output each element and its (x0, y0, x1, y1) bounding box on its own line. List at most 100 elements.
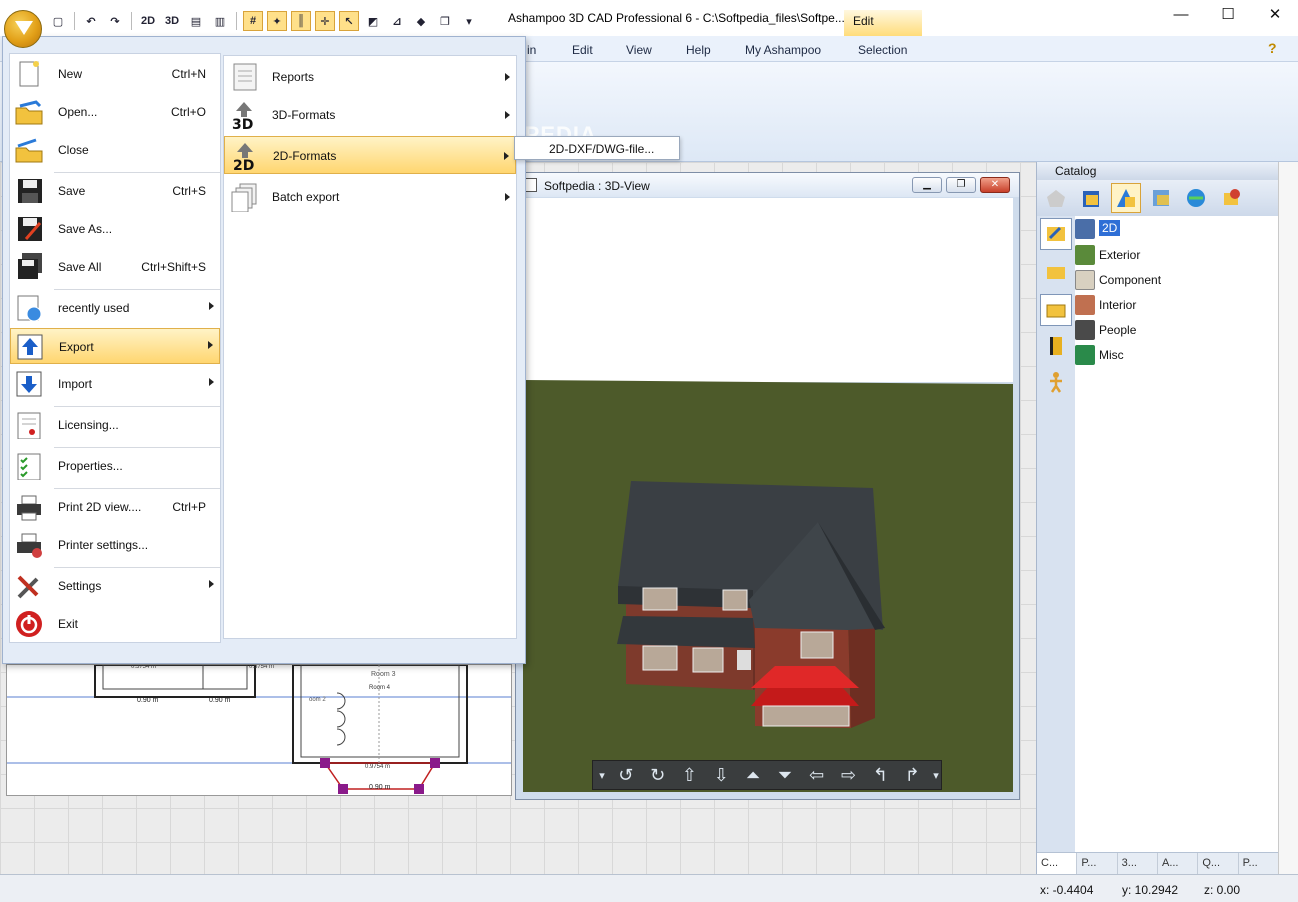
menu-item-exit[interactable]: Exit (10, 606, 220, 642)
view-2d-button[interactable]: 2D (138, 11, 158, 31)
catalog-person-icon[interactable] (1040, 366, 1072, 398)
nav-menu-icon[interactable]: ▾ (597, 763, 607, 787)
catalog-item-people[interactable]: People (1075, 319, 1275, 341)
eraser-icon[interactable]: ◆ (411, 11, 431, 31)
move-left-icon[interactable]: ⇦ (804, 763, 830, 787)
chevron-right-icon (209, 378, 214, 386)
redo-icon[interactable]: ↷ (105, 11, 125, 31)
tab-attributes[interactable]: A... (1158, 853, 1199, 874)
view-close-button[interactable]: ✕ (980, 177, 1010, 193)
people-figure-icon (1075, 320, 1095, 340)
view-minimize-button[interactable]: ▁ (912, 177, 942, 193)
menu-item-new[interactable]: New Ctrl+N (10, 56, 220, 92)
floor-plan-drawing (7, 665, 511, 794)
catalog-favorites-icon[interactable] (1216, 183, 1246, 213)
menu-item-close[interactable]: Close (10, 132, 220, 168)
rotate-left-icon[interactable]: ↺ (613, 763, 639, 787)
split-vertical-icon[interactable]: ▥ (210, 11, 230, 31)
help-icon[interactable]: ? (1268, 40, 1282, 56)
menu-item-import[interactable]: Import (10, 366, 220, 402)
dimension-icon[interactable]: ⊿ (387, 11, 407, 31)
copy-icon[interactable]: ❐ (435, 11, 455, 31)
catalog-folder-open-icon[interactable] (1040, 294, 1072, 326)
toolbar-separator (131, 12, 132, 30)
maximize-button[interactable]: ☐ (1205, 4, 1251, 28)
tab-quantities[interactable]: Q... (1198, 853, 1239, 874)
power-icon (16, 611, 42, 637)
2d-category-icon (1075, 219, 1095, 239)
rotate-right-icon[interactable]: ↻ (645, 763, 671, 787)
dimension-label: 0.5754 m (249, 664, 275, 670)
tab-3d[interactable]: 3... (1118, 853, 1158, 874)
view-3d-window[interactable]: Softpedia : 3D-View ▁ ❐ ✕ (515, 172, 1020, 800)
tilt-up-icon[interactable]: ⏶ (740, 763, 766, 787)
3d-scene[interactable] (523, 198, 1013, 792)
turn-right-icon[interactable]: ↱ (899, 763, 925, 787)
catalog-item-misc[interactable]: Misc (1075, 344, 1275, 366)
application-menu-button[interactable] (4, 10, 42, 48)
tab-help[interactable]: Help (686, 43, 711, 57)
grid-icon[interactable]: # (243, 11, 263, 31)
chevron-right-icon (505, 193, 510, 201)
tab-main[interactable]: in (527, 43, 536, 57)
tab-properties[interactable]: P... (1239, 853, 1279, 874)
menu-item-save-as[interactable]: Save As... (10, 211, 220, 247)
submenu-item-reports[interactable]: Reports (224, 58, 516, 96)
minimize-button[interactable]: — (1158, 4, 1204, 28)
close-button[interactable]: ✕ (1252, 4, 1298, 28)
catalog-home-icon[interactable] (1041, 183, 1071, 213)
catalog-item-exterior[interactable]: Exterior (1075, 244, 1275, 266)
tilt-down-icon[interactable]: ⏷ (772, 763, 798, 787)
tab-catalog[interactable]: C... (1037, 853, 1078, 874)
turn-left-icon[interactable]: ↰ (867, 763, 893, 787)
plan-2d-view[interactable]: Room 3 Room 4 oom 2 0.5754 m 0.5754 m 0.… (6, 664, 512, 796)
tab-my-ashampoo[interactable]: My Ashampoo (745, 43, 821, 57)
catalog-item-2d[interactable]: 2D (1075, 218, 1275, 240)
move-right-icon[interactable]: ⇨ (836, 763, 862, 787)
submenu-item-2d-formats[interactable]: 2D 2D-Formats (224, 136, 516, 174)
new-doc-icon[interactable]: ▢ (48, 11, 68, 31)
menu-item-printer-settings[interactable]: Printer settings... (10, 527, 220, 563)
move-up-icon[interactable]: ⇧ (677, 763, 703, 787)
select-cursor-icon[interactable]: ↖ (339, 11, 359, 31)
catalog-book-icon[interactable] (1040, 330, 1072, 362)
menu-item-save-all[interactable]: Save All Ctrl+Shift+S (10, 249, 220, 285)
catalog-open-icon[interactable] (1040, 256, 1072, 288)
properties-checklist-icon (17, 453, 41, 480)
catalog-item-interior[interactable]: Interior (1075, 294, 1275, 316)
undo-icon[interactable]: ↶ (81, 11, 101, 31)
nav-more-icon[interactable]: ▾ (931, 763, 941, 787)
menu-item-settings[interactable]: Settings (10, 568, 220, 604)
tab-project[interactable]: P... (1077, 853, 1118, 874)
tab-edit[interactable]: Edit (572, 43, 593, 57)
tab-view[interactable]: View (626, 43, 652, 57)
view-restore-button[interactable]: ❐ (946, 177, 976, 193)
menu-item-export[interactable]: Export (10, 328, 220, 364)
catalog-folder-icon[interactable] (1076, 183, 1106, 213)
menu-item-open[interactable]: Open... Ctrl+O (10, 94, 220, 130)
flyout-item-dxf-dwg[interactable]: 2D-DXF/DWG-file... (549, 142, 654, 156)
menu-item-print-2d[interactable]: Print 2D view.... Ctrl+P (10, 489, 220, 525)
context-tab-edit[interactable]: Edit (844, 10, 922, 36)
customize-qat-icon[interactable]: ▾ (459, 11, 479, 31)
move-down-icon[interactable]: ⇩ (708, 763, 734, 787)
catalog-tree-icon[interactable] (1040, 218, 1072, 250)
catalog-item-component[interactable]: Component (1075, 269, 1275, 291)
dimension-label: 0.90 m (137, 697, 159, 704)
tab-selection[interactable]: Selection (858, 43, 907, 57)
catalog-textures-icon[interactable] (1146, 183, 1176, 213)
submenu-item-batch-export[interactable]: Batch export (224, 178, 516, 216)
menu-item-properties[interactable]: Properties... (10, 448, 220, 484)
menu-item-licensing[interactable]: Licensing... (10, 407, 220, 443)
catalog-globe-icon[interactable] (1181, 183, 1211, 213)
measure-icon[interactable]: ◩ (363, 11, 383, 31)
snap-icon[interactable]: ✦ (267, 11, 287, 31)
guide-lines-icon[interactable]: ║ (291, 11, 311, 31)
split-horizontal-icon[interactable]: ▤ (186, 11, 206, 31)
menu-item-save[interactable]: Save Ctrl+S (10, 173, 220, 209)
catalog-objects-icon[interactable] (1111, 183, 1141, 213)
submenu-item-3d-formats[interactable]: 3D 3D-Formats (224, 96, 516, 134)
crosshair-icon[interactable]: ✛ (315, 11, 335, 31)
view-3d-button[interactable]: 3D (162, 11, 182, 31)
menu-item-recently-used[interactable]: recently used (10, 290, 220, 326)
